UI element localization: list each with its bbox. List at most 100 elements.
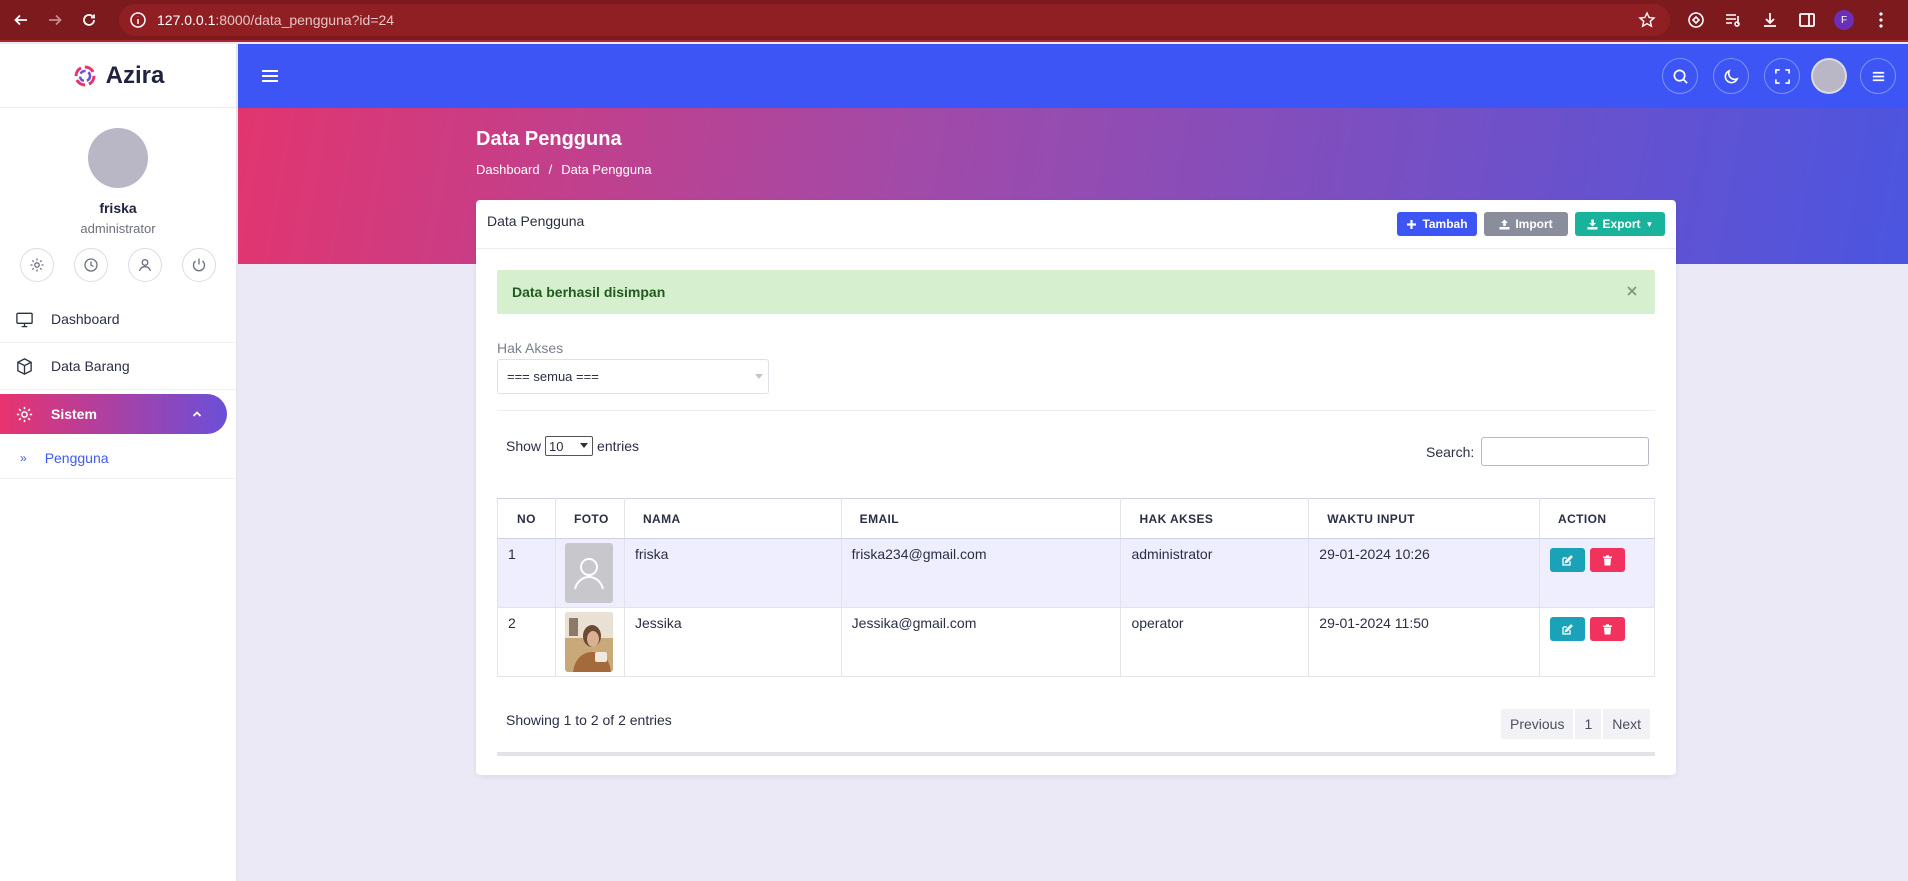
next-page-button[interactable]: Next — [1603, 709, 1651, 739]
user-photo-image — [564, 612, 613, 672]
chevron-up-icon — [192, 411, 202, 417]
sidebar-item-data-barang[interactable]: Data Barang — [0, 343, 236, 390]
search-label: Search: — [1426, 443, 1475, 460]
user-avatar[interactable] — [88, 128, 148, 188]
settings-button[interactable] — [20, 248, 54, 282]
data-pengguna-card: Data Pengguna Tambah Import Export ▼ Dat… — [476, 200, 1676, 775]
table-header-row: NO FOTO NAMA EMAIL HAK AKSES WAKTU INPUT… — [497, 498, 1655, 539]
user-icon — [138, 259, 152, 272]
export-dropdown-button[interactable]: Export ▼ — [1575, 212, 1665, 236]
user-name: friska — [99, 200, 137, 216]
fullscreen-icon — [1774, 68, 1790, 84]
default-avatar-icon — [564, 543, 613, 603]
extension-icon[interactable] — [1686, 10, 1706, 30]
column-header-no[interactable]: NO — [497, 498, 556, 539]
cell-email: Jessika@gmail.com — [841, 607, 1122, 677]
download-icon — [1587, 219, 1598, 229]
card-header: Data Pengguna Tambah Import Export ▼ — [476, 200, 1676, 249]
entries-length-control: Show 10 entries — [506, 436, 639, 456]
app-name: Azira — [105, 61, 165, 89]
azira-logo-icon — [74, 65, 96, 86]
breadcrumb-dashboard[interactable]: Dashboard — [476, 162, 540, 177]
column-header-nama[interactable]: NAMA — [624, 498, 842, 539]
close-icon[interactable] — [1625, 284, 1639, 298]
column-header-waktu-input[interactable]: WAKTU INPUT — [1308, 498, 1540, 539]
caret-down-icon: ▼ — [1645, 219, 1654, 229]
box-icon — [17, 357, 32, 375]
browser-profile-avatar[interactable]: F — [1834, 10, 1854, 30]
edit-button[interactable] — [1550, 617, 1585, 641]
column-header-email[interactable]: EMAIL — [841, 498, 1122, 539]
column-header-hak-akses[interactable]: HAK AKSES — [1120, 498, 1310, 539]
table-row: 2 Jessika Jessika@gmail.com operator 29-… — [497, 607, 1655, 677]
cell-email: friska234@gmail.com — [841, 538, 1122, 608]
options-button[interactable] — [1860, 58, 1896, 94]
sidebar-item-sistem[interactable]: Sistem — [0, 394, 227, 434]
entries-label: entries — [597, 438, 640, 454]
bookmark-star-icon[interactable] — [1638, 11, 1656, 29]
site-info-icon[interactable] — [129, 11, 147, 29]
user-photo-default[interactable] — [564, 543, 613, 603]
sidebar-menu: Dashboard Data Barang Sistem » Pengguna — [0, 296, 236, 479]
side-panel-icon[interactable] — [1797, 10, 1817, 30]
filter-selected-value: === semua === — [507, 369, 599, 384]
divider — [497, 410, 1655, 411]
reload-icon[interactable] — [76, 7, 102, 33]
browser-menu-icon[interactable] — [1871, 10, 1891, 30]
delete-button[interactable] — [1590, 548, 1625, 572]
url-path: :8000/data_pengguna?id=24 — [215, 12, 395, 28]
table-row: 1 friska friska234@gmail.com administrat… — [497, 538, 1655, 608]
dark-mode-button[interactable] — [1713, 58, 1749, 94]
page-1-button[interactable]: 1 — [1575, 709, 1602, 739]
user-photo[interactable] — [564, 612, 613, 672]
breadcrumb: Dashboard / Data Pengguna — [476, 162, 652, 177]
search-input[interactable] — [1481, 437, 1650, 466]
export-label: Export — [1602, 217, 1641, 231]
header-user-avatar[interactable] — [1811, 58, 1847, 94]
trash-icon — [1603, 623, 1612, 634]
media-control-icon[interactable] — [1723, 10, 1743, 30]
cell-nama: friska — [624, 538, 842, 608]
history-button[interactable] — [74, 248, 108, 282]
trash-icon — [1603, 554, 1612, 565]
sidebar: Azira friska administrator Dashboard Dat… — [0, 44, 237, 881]
hamburger-menu-icon[interactable] — [260, 66, 280, 86]
download-icon[interactable] — [1760, 10, 1780, 30]
delete-button[interactable] — [1590, 617, 1625, 641]
previous-page-button[interactable]: Previous — [1501, 709, 1574, 739]
entries-value: 10 — [549, 438, 564, 454]
logout-button[interactable] — [182, 248, 216, 282]
cell-no: 2 — [497, 607, 556, 677]
column-header-foto[interactable]: FOTO — [555, 498, 625, 539]
forward-arrow-icon[interactable] — [42, 7, 68, 33]
chevron-down-icon — [755, 374, 763, 379]
clock-icon — [84, 258, 98, 272]
users-table: NO FOTO NAMA EMAIL HAK AKSES WAKTU INPUT… — [497, 498, 1655, 677]
power-icon — [192, 258, 206, 272]
search-button[interactable] — [1662, 58, 1698, 94]
import-button[interactable]: Import — [1484, 212, 1568, 236]
edit-icon — [1562, 554, 1573, 566]
edit-button[interactable] — [1550, 548, 1585, 572]
address-bar[interactable]: 127.0.0.1:8000/data_pengguna?id=24 — [119, 4, 1670, 36]
show-label: Show — [506, 438, 542, 454]
cell-foto — [555, 538, 625, 608]
cell-foto — [555, 607, 625, 677]
cell-action — [1539, 607, 1655, 677]
app-logo[interactable]: Azira — [0, 44, 236, 108]
tambah-button[interactable]: Tambah — [1397, 212, 1477, 236]
sidebar-subitem-pengguna[interactable]: » Pengguna — [0, 438, 236, 479]
fullscreen-button[interactable] — [1764, 58, 1800, 94]
cell-no: 1 — [497, 538, 556, 608]
sidebar-item-dashboard[interactable]: Dashboard — [0, 296, 236, 343]
edit-icon — [1562, 623, 1573, 635]
horizontal-scrollbar[interactable] — [497, 752, 1655, 756]
cell-hak-akses: operator — [1120, 607, 1310, 677]
page-title: Data Pengguna — [476, 128, 622, 150]
import-label: Import — [1515, 217, 1553, 231]
profile-button[interactable] — [128, 248, 162, 282]
back-arrow-icon[interactable] — [8, 7, 34, 33]
breadcrumb-separator: / — [548, 162, 553, 177]
entries-select[interactable]: 10 — [545, 436, 594, 456]
hak-akses-filter-select[interactable]: === semua === — [497, 359, 769, 394]
